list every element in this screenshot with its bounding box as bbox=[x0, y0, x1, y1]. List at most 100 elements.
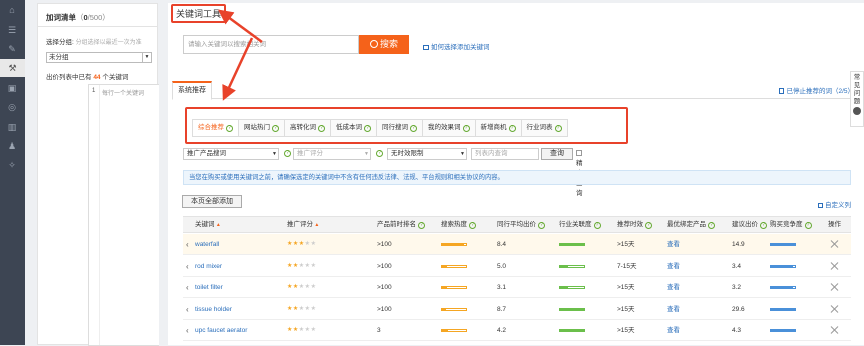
support-avatar-icon bbox=[853, 107, 861, 115]
rank-cell: >100 bbox=[377, 284, 392, 291]
help-icon[interactable]: ? bbox=[469, 222, 476, 229]
competition-bar bbox=[770, 286, 796, 289]
sort-icon[interactable]: ▲ bbox=[215, 222, 221, 228]
search-input[interactable]: 请输入关键词以搜索相关词 bbox=[183, 35, 359, 54]
column-header[interactable]: 推广评分 ▲ bbox=[287, 217, 319, 233]
help-icon[interactable]: ? bbox=[462, 125, 470, 132]
recommend-tabs-box: 综合推荐? 网站热门? 高转化词? 低成本词? 同行搜词? 我的效果词? 新增商机? 行业词表… bbox=[185, 107, 628, 144]
help-icon[interactable]: ? bbox=[708, 222, 715, 229]
custom-column-link[interactable]: 自定义列 bbox=[818, 199, 851, 209]
close-icon[interactable] bbox=[831, 305, 839, 313]
keyword-cell[interactable]: waterfall bbox=[195, 234, 219, 255]
help-icon[interactable]: ? bbox=[410, 125, 417, 132]
avg-bid-cell: 8.7 bbox=[497, 305, 507, 313]
column-header[interactable]: 关键词 ▲ bbox=[195, 217, 221, 233]
tab-recommend-2[interactable]: 高转化词? bbox=[285, 119, 331, 137]
search-heat-bar-fill bbox=[442, 265, 447, 267]
help-icon[interactable]: ? bbox=[284, 150, 291, 157]
keyword-cell[interactable]: upc faucet aerator bbox=[195, 320, 247, 341]
add-keyword-icon[interactable]: ‹ bbox=[186, 299, 189, 320]
help-icon[interactable]: ? bbox=[364, 125, 371, 132]
column-header: 操作 bbox=[828, 217, 841, 233]
help-icon[interactable]: ? bbox=[804, 222, 812, 229]
tab-recommend-0[interactable]: 综合推荐? bbox=[192, 119, 239, 137]
add-all-button[interactable]: 本页全部添加 bbox=[182, 195, 242, 208]
help-icon[interactable]: ? bbox=[760, 222, 767, 229]
tab-recommend-1[interactable]: 网站热门? bbox=[239, 119, 285, 137]
close-icon[interactable] bbox=[831, 240, 839, 248]
tab-recommend-6[interactable]: 新增商机? bbox=[475, 119, 522, 137]
search-heat-bar bbox=[441, 329, 467, 332]
search-heat-bar bbox=[441, 286, 467, 289]
help-icon[interactable]: ? bbox=[318, 125, 325, 132]
help-icon[interactable]: ? bbox=[418, 222, 425, 229]
faq-side-tab[interactable]: 常 见 问 题 bbox=[850, 71, 864, 127]
help-icon[interactable]: ? bbox=[593, 222, 601, 229]
stopped-words-link[interactable]: 已停止推荐的词（2/5） bbox=[779, 85, 854, 95]
box-icon[interactable]: ▣ bbox=[6, 82, 18, 94]
view-product-link[interactable]: 查看 bbox=[667, 256, 680, 277]
search-button[interactable]: 搜索 bbox=[359, 35, 409, 54]
product-select[interactable]: 推广产品搜词 ▼ bbox=[183, 148, 279, 160]
competition-bar-fill bbox=[771, 287, 793, 288]
relevance-bar bbox=[559, 243, 585, 246]
view-product-link[interactable]: 查看 bbox=[667, 320, 680, 341]
help-icon[interactable]: ? bbox=[554, 125, 562, 132]
help-icon[interactable]: ? bbox=[645, 222, 652, 229]
close-icon[interactable] bbox=[831, 326, 839, 334]
tab-recommend-7[interactable]: 行业词表? bbox=[521, 119, 568, 137]
suggested-bid-cell: 3.4 bbox=[732, 262, 742, 270]
search-heat-bar bbox=[441, 243, 467, 246]
tab-label: 综合推荐 bbox=[198, 124, 224, 131]
view-product-link[interactable]: 查看 bbox=[667, 299, 680, 320]
group-select[interactable]: 未分组 ▼ bbox=[46, 52, 152, 63]
wrench-icon[interactable]: ⚒ bbox=[0, 59, 25, 77]
add-keyword-icon[interactable]: ‹ bbox=[186, 320, 189, 341]
help-icon[interactable]: ? bbox=[272, 125, 279, 132]
add-keyword-icon[interactable]: ‹ bbox=[186, 277, 189, 298]
help-icon[interactable]: ? bbox=[538, 222, 545, 229]
timeliness-cell: >15天 bbox=[617, 305, 635, 313]
view-product-link[interactable]: 查看 bbox=[667, 277, 680, 298]
table-row: ‹ toilet filter ★★★★★ >100 3.1 >15天 查看 3.2 bbox=[183, 277, 851, 298]
tab-recommend-3[interactable]: 低成本词? bbox=[331, 119, 377, 137]
list-query-input[interactable]: 列表内查询 bbox=[471, 148, 539, 160]
relevance-bar bbox=[559, 264, 585, 268]
add-keyword-icon[interactable]: ‹ bbox=[186, 256, 189, 277]
keyword-cell[interactable]: rod mixer bbox=[195, 256, 222, 277]
help-icon[interactable]: ? bbox=[508, 125, 516, 132]
home-icon[interactable]: ⌂ bbox=[6, 4, 18, 16]
suggested-bid-cell: 14.9 bbox=[732, 241, 745, 248]
tool-icon[interactable]: ✧ bbox=[6, 159, 18, 171]
main-panel: 关键词工具 请输入关键词以搜索相关词 搜索 如何选择添加关键词 系统推荐 已停止… bbox=[168, 3, 864, 345]
view-product-link[interactable]: 查看 bbox=[667, 234, 680, 255]
add-keyword-icon[interactable]: ‹ bbox=[186, 234, 189, 255]
keyword-cell[interactable]: tissue holder bbox=[195, 299, 232, 320]
group-label: 选择分组: 分组选择以最近一次为准 bbox=[46, 39, 142, 46]
user-icon[interactable]: ♟ bbox=[6, 140, 18, 152]
query-button[interactable]: 查询 bbox=[541, 148, 573, 160]
close-icon[interactable] bbox=[831, 262, 839, 270]
tab-recommend-4[interactable]: 同行搜词? bbox=[377, 119, 423, 137]
target-icon[interactable]: ◎ bbox=[6, 101, 18, 113]
faq-char: 常 bbox=[853, 74, 861, 81]
help-icon[interactable]: ? bbox=[376, 150, 383, 157]
edit-icon[interactable]: ✎ bbox=[6, 43, 18, 55]
keyword-textarea[interactable]: 1 每行一个关键词 bbox=[88, 84, 159, 346]
column-header: 购买竞争度? bbox=[770, 217, 812, 233]
close-icon[interactable] bbox=[831, 283, 839, 291]
tab-system-recommend[interactable]: 系统推荐 bbox=[172, 81, 212, 100]
tab-recommend-5[interactable]: 我的效果词? bbox=[423, 119, 476, 137]
rating-select[interactable]: 推广评分 ▼ bbox=[293, 148, 371, 160]
keyword-cell[interactable]: toilet filter bbox=[195, 277, 223, 298]
relevance-bar-fill bbox=[560, 330, 584, 331]
list-icon[interactable]: ☰ bbox=[6, 24, 18, 36]
table-row: ‹ tissue holder ★★★★★ >100 8.7 >15天 查看 29.6 bbox=[183, 299, 851, 320]
star-icon: ★ bbox=[310, 241, 317, 247]
chart-icon[interactable]: ▥ bbox=[6, 121, 18, 133]
time-select[interactable]: 无时效限制 ▼ bbox=[387, 148, 467, 160]
help-icon[interactable]: ? bbox=[226, 125, 233, 132]
timeliness-cell: >15天 bbox=[617, 241, 635, 248]
help-link[interactable]: 如何选择添加关键词 bbox=[423, 41, 490, 51]
sort-icon[interactable]: ▲ bbox=[313, 222, 319, 228]
